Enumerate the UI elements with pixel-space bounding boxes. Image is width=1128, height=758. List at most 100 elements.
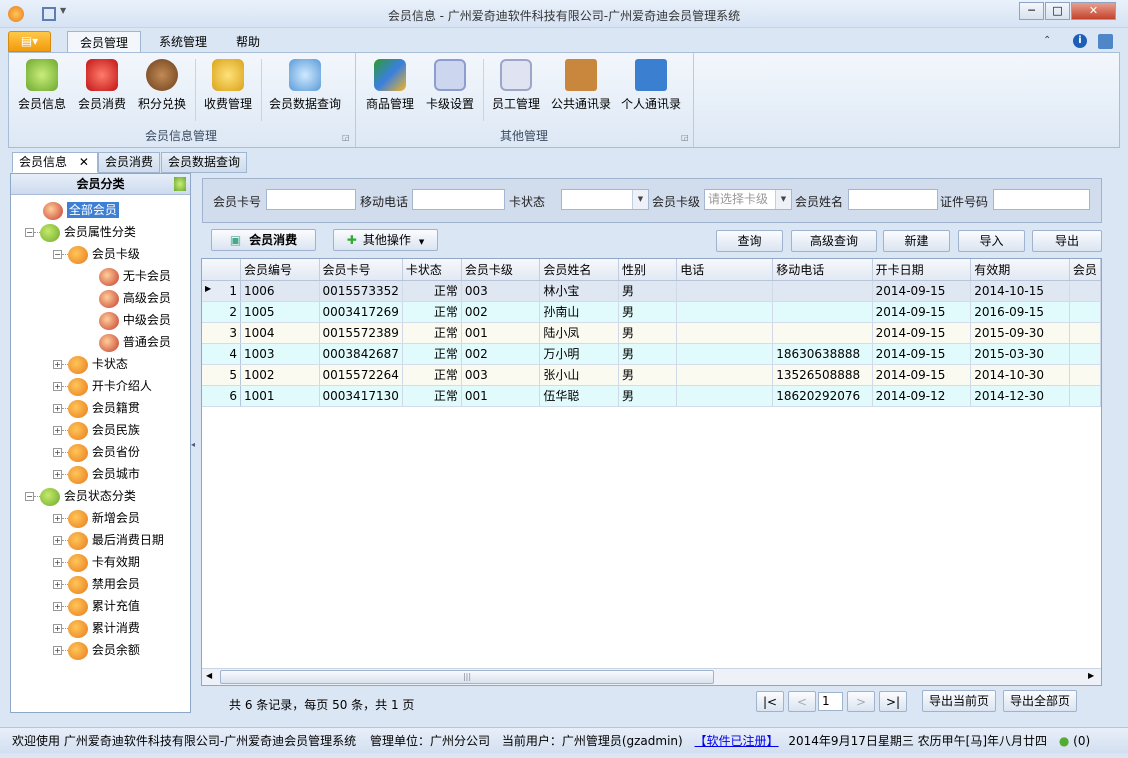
export-button[interactable]: 导出 [1032,230,1102,252]
fee-management-button[interactable]: 收费管理 [199,57,257,117]
tree-node[interactable]: + 会员籍贯 [11,397,190,419]
table-row[interactable]: 6 1001 0003417130 正常 001 伍华聪男 18620292076 2014-… [202,385,1101,407]
tree-node[interactable]: + 禁用会员 [11,573,190,595]
table-row[interactable]: 2 1005 0003417269 正常 002 孙南山男 2014-09-15 2016-0… [202,301,1101,323]
expand-icon[interactable]: + [53,536,62,545]
tree-node[interactable]: + 会员城市 [11,463,190,485]
dropdown-arrow-icon[interactable]: ▼ [775,190,791,209]
tree-node[interactable]: + 累计充值 [11,595,190,617]
column-header[interactable]: 会员 [1069,259,1101,281]
member-data-query-button[interactable]: 会员数据查询 [265,57,345,117]
tree-node[interactable]: + 新增会员 [11,507,190,529]
expand-icon[interactable]: + [53,514,62,523]
column-header[interactable]: 电话 [676,259,774,281]
next-page-button[interactable]: > [847,691,875,712]
dropdown-arrow-icon[interactable]: ▼ [632,190,648,209]
tree-node[interactable]: + 卡有效期 [11,551,190,573]
personal-contacts-button[interactable]: 个人通讯录 [617,57,685,117]
scroll-thumb[interactable]: ||| [220,670,714,684]
column-header[interactable]: 会员卡级 [461,259,541,281]
row-number[interactable]: ▶ 1 [202,280,241,302]
name-input[interactable] [848,189,938,210]
app-menu-button[interactable]: ▤▾ [8,31,51,52]
tree-node[interactable]: + 会员民族 [11,419,190,441]
tree-node[interactable]: 无卡会员 [11,265,190,287]
import-button[interactable]: 导入 [958,230,1025,252]
column-header[interactable]: 卡状态 [402,259,462,281]
tree-node[interactable]: − 会员属性分类 [11,221,190,243]
tree-node[interactable]: 高级会员 [11,287,190,309]
table-row[interactable]: 5 1002 0015572264 正常 003 张小山男 13526508888 2014-… [202,364,1101,386]
column-header[interactable]: 会员姓名 [539,259,619,281]
column-header[interactable]: 有效期 [970,259,1070,281]
ribbon-tab-system[interactable]: 系统管理 [147,31,219,53]
row-number[interactable]: 5 [202,364,241,386]
export-all-pages-button[interactable]: 导出全部页 [1003,690,1077,712]
member-icon[interactable] [174,177,186,191]
points-exchange-button[interactable]: 积分兑换 [133,57,191,117]
other-operations-button[interactable]: ✚ 其他操作 ▼ [333,229,438,251]
splitter-collapse-icon[interactable]: ◂ [191,440,195,449]
expand-icon[interactable]: + [53,382,62,391]
collapse-icon[interactable]: − [25,492,34,501]
expand-icon[interactable]: + [53,646,62,655]
last-page-button[interactable]: >| [879,691,907,712]
close-button[interactable]: ✕ [1071,2,1116,20]
dialog-launcher-icon[interactable]: ◲ [342,133,350,142]
row-number[interactable]: 2 [202,301,241,323]
query-button[interactable]: 查询 [716,230,783,252]
ribbon-tab-help[interactable]: 帮助 [224,31,272,53]
expand-icon[interactable]: + [53,580,62,589]
expand-icon[interactable]: + [53,624,62,633]
table-row[interactable]: ▶ 1 1006 0015573352 正常 003 林小宝男 2014-09-15 2014-… [202,280,1101,302]
tree-node[interactable]: − 会员卡级 [11,243,190,265]
collapse-ribbon-icon[interactable]: ⌃ [1043,35,1051,46]
scroll-left-icon[interactable]: ◀ [206,671,212,680]
column-header[interactable]: 开卡日期 [872,259,972,281]
id-input[interactable] [993,189,1090,210]
card-no-input[interactable] [266,189,356,210]
tree-node[interactable]: − 会员状态分类 [11,485,190,507]
public-contacts-button[interactable]: 公共通讯录 [547,57,615,117]
style-icon[interactable] [1098,34,1113,49]
member-consume-button[interactable]: 会员消费 [73,57,131,117]
horizontal-scrollbar[interactable]: ◀ ||| ▶ [202,668,1101,685]
level-select[interactable]: 请选择卡级 ▼ [704,189,792,210]
mobile-input[interactable] [412,189,505,210]
advanced-query-button[interactable]: 高级查询 [791,230,877,252]
expand-icon[interactable]: + [53,448,62,457]
tree-node[interactable]: + 累计消费 [11,617,190,639]
doc-tab-member-data-query[interactable]: 会员数据查询 [161,152,247,173]
expand-icon[interactable]: + [53,470,62,479]
member-info-button[interactable]: 会员信息 [13,57,71,117]
doc-tab-member-consume[interactable]: 会员消费 [98,152,160,173]
tree-node[interactable]: + 开卡介绍人 [11,375,190,397]
scroll-right-icon[interactable]: ▶ [1088,671,1094,680]
tree-node[interactable]: 中级会员 [11,309,190,331]
card-level-settings-button[interactable]: 卡级设置 [421,57,479,117]
new-button[interactable]: 新建 [883,230,950,252]
dialog-launcher-icon[interactable]: ◲ [681,133,689,142]
expand-icon[interactable]: + [53,558,62,567]
row-number[interactable]: 4 [202,343,241,365]
column-header[interactable]: 会员编号 [240,259,320,281]
expand-icon[interactable]: + [53,426,62,435]
tree-node[interactable]: 普通会员 [11,331,190,353]
page-input[interactable]: 1 [818,692,843,711]
collapse-icon[interactable]: − [25,228,34,237]
column-header[interactable]: 移动电话 [772,259,873,281]
table-row[interactable]: 3 1004 0015572389 正常 001 陆小凤男 2014-09-15 2015-0… [202,322,1101,344]
row-number[interactable]: 3 [202,322,241,344]
product-management-button[interactable]: 商品管理 [361,57,419,117]
tree-node-all[interactable]: 全部会员 [11,199,190,221]
tree-node[interactable]: + 会员余额 [11,639,190,661]
column-header[interactable]: 会员卡号 [319,259,403,281]
doc-tab-member-info[interactable]: 会员信息 ✕ [12,152,98,173]
prev-page-button[interactable]: < [788,691,816,712]
export-current-page-button[interactable]: 导出当前页 [922,690,996,712]
collapse-icon[interactable]: − [53,250,62,259]
member-consume-button[interactable]: ▣ 会员消费 [211,229,316,251]
maximize-button[interactable]: □ [1045,2,1070,20]
expand-icon[interactable]: + [53,404,62,413]
table-row[interactable]: 4 1003 0003842687 正常 002 万小明男 18630638888 2014-… [202,343,1101,365]
